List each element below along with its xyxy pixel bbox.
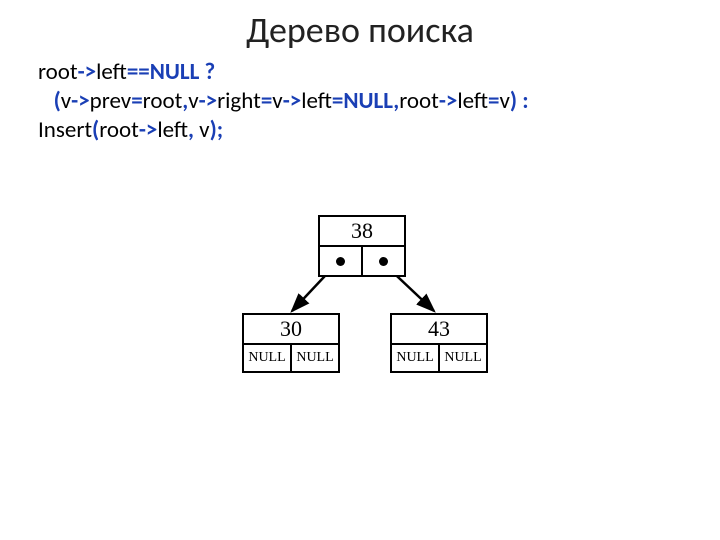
paren-open: ( — [54, 87, 61, 115]
comma: , — [188, 116, 199, 144]
indent — [38, 87, 54, 115]
tok: right — [217, 87, 261, 115]
tok: root — [38, 58, 78, 86]
paren-close: ) : — [510, 87, 529, 115]
tree-node-left: 30 NULL NULL — [242, 313, 340, 373]
tree-node-root: 38 — [318, 215, 406, 277]
tok: v — [61, 87, 71, 115]
tok: left — [301, 87, 332, 115]
node-left-ptr — [320, 247, 363, 275]
tree-node-right: 43 NULL NULL — [390, 313, 488, 373]
arrow-op: -> — [71, 87, 90, 115]
tok: prev — [90, 87, 132, 115]
tok: left — [457, 87, 488, 115]
node-left-ptr: NULL — [244, 345, 292, 371]
paren-close: ); — [210, 116, 224, 144]
arrow-op: -> — [439, 87, 458, 115]
dot-icon — [336, 257, 345, 266]
tok: left — [157, 116, 188, 144]
tok: v — [199, 116, 209, 144]
node-value: 30 — [244, 315, 338, 345]
eq-op: = — [488, 87, 499, 115]
tok: v — [500, 87, 510, 115]
dot-icon — [379, 257, 388, 266]
node-right-ptr: NULL — [292, 345, 338, 371]
eq-op: = — [332, 87, 343, 115]
tok: left — [96, 58, 127, 86]
tok: root — [399, 87, 439, 115]
node-right-ptr: NULL — [440, 345, 486, 371]
code-line-2: (v->prev=root,v->right=v->left=NULL,root… — [38, 87, 688, 116]
node-value: 38 — [320, 217, 404, 247]
arrow-op: -> — [283, 87, 302, 115]
arrow-op: -> — [199, 87, 218, 115]
eqeq-op: == — [127, 58, 150, 86]
arrow-op: -> — [78, 58, 97, 86]
slide: Дерево поиска root->left==NULL ? (v->pre… — [0, 0, 720, 540]
keyword-null: NULL — [343, 87, 393, 115]
eq-op: = — [131, 87, 142, 115]
node-left-ptr: NULL — [392, 345, 440, 371]
tok: root — [99, 116, 139, 144]
arrow-op: -> — [139, 116, 158, 144]
tok: v — [188, 87, 198, 115]
code-line-3: Insert(root->left, v); — [38, 116, 688, 145]
keyword-null: NULL ? — [150, 58, 215, 86]
tok: v — [272, 87, 282, 115]
node-right-ptr — [363, 247, 404, 275]
code-line-1: root->left==NULL ? — [38, 58, 688, 87]
slide-title: Дерево поиска — [0, 8, 720, 52]
code-block: root->left==NULL ? (v->prev=root,v->righ… — [38, 58, 688, 144]
tok: Insert — [38, 116, 92, 144]
tok: root — [143, 87, 183, 115]
eq-op: = — [261, 87, 272, 115]
tree-diagram: 38 30 NULL NULL 43 NULL NULL — [200, 215, 520, 415]
node-value: 43 — [392, 315, 486, 345]
